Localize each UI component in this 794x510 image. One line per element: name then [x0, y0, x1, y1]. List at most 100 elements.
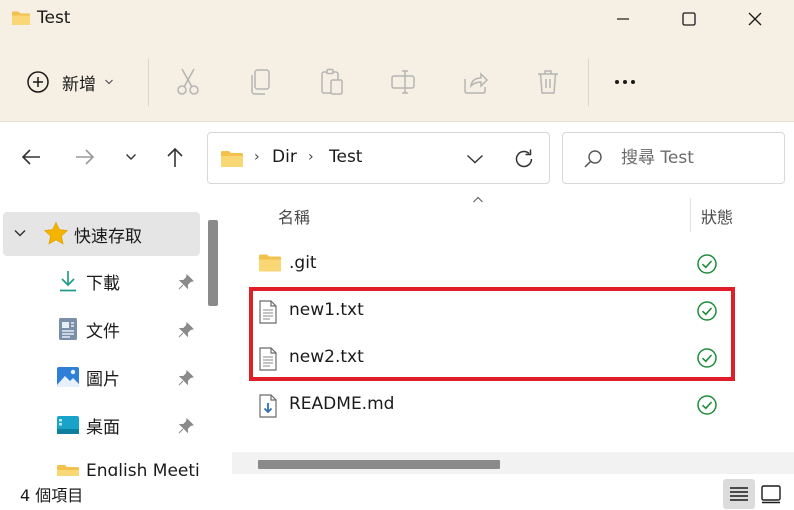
delete-button[interactable] [532, 66, 564, 98]
close-button[interactable] [722, 0, 788, 38]
pin-icon [178, 322, 194, 338]
search-icon [584, 150, 602, 168]
document-icon [58, 317, 78, 341]
sidebar-item-label: 圖片 [86, 370, 120, 390]
copy-button[interactable] [244, 66, 276, 98]
toolbar-divider [588, 58, 589, 106]
paste-button[interactable] [316, 66, 348, 98]
pin-icon [178, 274, 194, 290]
file-name: .git [289, 253, 317, 273]
more-icon [623, 80, 627, 84]
more-icon [631, 80, 635, 84]
chevron-down-icon [467, 154, 483, 164]
back-button[interactable] [16, 142, 46, 172]
up-icon [167, 147, 183, 167]
item-count: 4 個項目 [20, 486, 84, 505]
folder-icon [258, 253, 282, 277]
sync-check-icon [696, 253, 718, 279]
cut-button[interactable] [172, 66, 204, 98]
column-header-name[interactable]: 名稱 [278, 204, 310, 228]
desktop-icon [56, 415, 80, 435]
copy-icon [251, 69, 270, 95]
sidebar-item-label: 文件 [86, 322, 120, 342]
sidebar-item-downloads[interactable]: 下載 [0, 259, 200, 303]
close-icon [748, 12, 762, 26]
breadcrumb-test[interactable]: Test [329, 147, 362, 167]
maximize-button[interactable] [656, 0, 722, 38]
sidebar-item-documents[interactable]: 文件 [0, 307, 200, 351]
delete-icon [538, 70, 558, 94]
forward-button[interactable] [70, 142, 100, 172]
navigation-bar: › Dir › Test [0, 122, 794, 194]
folder-icon [11, 10, 31, 30]
highlight-annotation-box [249, 287, 735, 381]
chevron-down-icon [14, 229, 26, 237]
share-icon [464, 72, 489, 94]
markdown-file-icon [258, 394, 278, 422]
sidebar-item-label: 快速存取 [74, 227, 142, 247]
forward-icon [76, 149, 95, 165]
pictures-icon [56, 366, 80, 388]
recent-locations-button[interactable] [116, 142, 146, 172]
horizontal-scrollbar[interactable] [232, 452, 794, 474]
refresh-icon [515, 149, 533, 168]
file-row-git[interactable]: .git [232, 241, 794, 287]
address-bar[interactable]: › Dir › Test [207, 132, 550, 184]
command-bar: 新增 [0, 38, 794, 122]
add-icon [27, 71, 49, 93]
sidebar-item-pictures[interactable]: 圖片 [0, 355, 200, 399]
more-icon [615, 80, 619, 84]
rename-icon [391, 70, 415, 94]
sync-check-icon [696, 394, 718, 420]
sidebar-item-desktop[interactable]: 桌面 [0, 403, 200, 447]
toolbar-divider [148, 58, 149, 106]
sidebar-item-quick-access[interactable]: 快速存取 [3, 212, 200, 256]
sidebar-item-label: 桌面 [86, 418, 120, 438]
sort-ascending-icon [473, 196, 483, 203]
share-button[interactable] [460, 66, 492, 98]
breadcrumb-separator: › [308, 149, 314, 165]
search-box[interactable] [562, 132, 785, 184]
horizontal-scrollbar-thumb[interactable] [258, 460, 500, 469]
more-options-button[interactable] [607, 70, 643, 94]
chevron-down-icon [105, 79, 113, 85]
refresh-button[interactable] [510, 145, 538, 173]
new-button[interactable]: 新增 [26, 64, 132, 100]
chevron-down-icon [126, 154, 136, 160]
column-header-row: 名稱 狀態 [232, 194, 794, 236]
maximize-icon [682, 12, 696, 26]
up-button[interactable] [160, 142, 190, 172]
tiles-view-button[interactable] [755, 479, 787, 509]
file-name: README.md [289, 394, 395, 414]
pin-icon [178, 370, 194, 386]
folder-icon [56, 464, 80, 476]
column-header-status[interactable]: 狀態 [701, 204, 733, 228]
new-button-label: 新增 [62, 74, 96, 95]
sidebar-item-label: English Meeti [86, 461, 200, 476]
paste-icon [321, 68, 343, 95]
sidebar-item-label: 下載 [86, 274, 120, 294]
cut-icon [177, 68, 199, 95]
column-divider[interactable] [690, 198, 691, 232]
download-icon [58, 269, 78, 293]
window-title: Test [37, 8, 71, 28]
title-bar: Test [0, 0, 794, 38]
pin-icon [178, 418, 194, 434]
address-dropdown-button[interactable] [462, 147, 488, 171]
details-view-icon [730, 487, 748, 501]
star-icon [43, 221, 69, 247]
tiles-view-icon [761, 485, 781, 504]
navigation-pane: 快速存取 下載 文件 圖片 桌面 English Meeti [0, 194, 222, 476]
sidebar-item-english-meeting[interactable]: English Meeti [0, 451, 200, 476]
minimize-icon [617, 18, 629, 20]
minimize-button[interactable] [590, 0, 656, 38]
details-view-button[interactable] [723, 479, 755, 509]
rename-button[interactable] [388, 66, 420, 98]
breadcrumb-dir[interactable]: Dir [272, 147, 297, 167]
breadcrumb-separator: › [254, 149, 260, 165]
sidebar-scrollbar-thumb[interactable] [208, 220, 218, 306]
file-row-readme[interactable]: README.md [232, 382, 794, 428]
status-bar: 4 個項目 [0, 476, 794, 510]
folder-icon [220, 150, 244, 172]
search-input[interactable] [621, 145, 771, 171]
